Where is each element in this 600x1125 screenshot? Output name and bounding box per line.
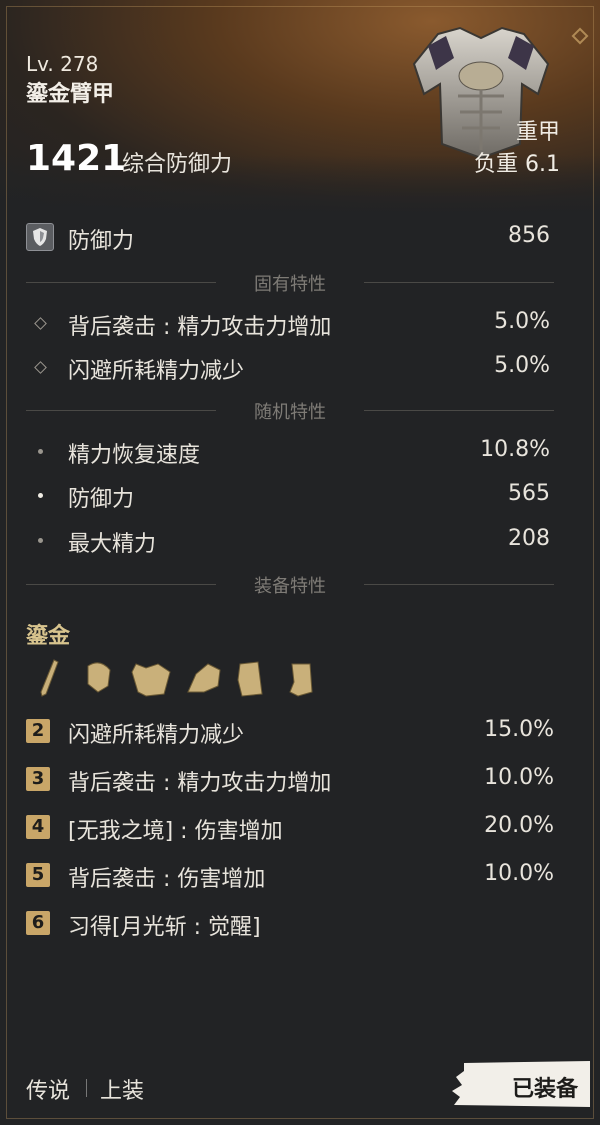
- random-label: 最大精力: [68, 532, 157, 557]
- random-row: 最大精力 208: [26, 526, 550, 557]
- set-bonus-count: 5: [26, 863, 50, 887]
- dot-bullet-icon: [38, 449, 43, 454]
- base-defense-label: 防御力: [68, 229, 135, 254]
- inherent-row: 背后袭击 : 精力攻击力增加 5.0%: [26, 309, 550, 340]
- set-bonus-value: 20.0%: [484, 813, 554, 838]
- helmet-icon: [87, 662, 111, 693]
- set-bonus-label: 背后袭击 : 精力攻击力增加: [68, 771, 332, 796]
- dot-bullet-icon: [38, 538, 43, 543]
- set-bonus-row: 4 [无我之境] : 伤害增加 20.0%: [26, 813, 554, 845]
- gauntlet-icon: [187, 663, 221, 693]
- equipped-badge: 已装备: [450, 1057, 590, 1109]
- item-score-label: 综合防御力: [122, 152, 233, 177]
- set-bonus-value: 15.0%: [484, 717, 554, 742]
- set-bonus-row: 2 闪避所耗精力减少 15.0%: [26, 717, 554, 749]
- random-value: 208: [508, 526, 550, 551]
- set-bonus-value: 10.0%: [484, 765, 554, 790]
- set-pieces: [36, 656, 336, 702]
- shield-icon: [26, 223, 54, 251]
- item-score: 1421: [26, 138, 127, 179]
- set-bonus-count: 4: [26, 815, 50, 839]
- rarity-label: 传说: [26, 1079, 71, 1104]
- base-defense-row: 防御力 856: [26, 223, 550, 254]
- random-label: 精力恢复速度: [68, 443, 201, 468]
- chest-armor-icon: [131, 663, 171, 697]
- inherent-label: 背后袭击 : 精力攻击力增加: [68, 315, 332, 340]
- set-bonus-row: 3 背后袭击 : 精力攻击力增加 10.0%: [26, 765, 554, 797]
- inherent-value: 5.0%: [494, 309, 550, 334]
- inherent-row: 闪避所耗精力减少 5.0%: [26, 353, 550, 384]
- armor-type: 重甲: [515, 120, 560, 145]
- inherent-label: 闪避所耗精力减少: [68, 359, 245, 384]
- inherent-value: 5.0%: [494, 353, 550, 378]
- random-value: 10.8%: [480, 437, 550, 462]
- item-weight: 负重 6.1: [474, 152, 560, 177]
- sword-icon: [40, 659, 59, 697]
- random-label: 防御力: [68, 487, 135, 512]
- set-bonus-label: 闪避所耗精力减少: [68, 723, 245, 748]
- random-row: 精力恢复速度 10.8%: [26, 437, 550, 468]
- diamond-bullet-icon: [34, 317, 47, 330]
- equip-traits-section-title: 装备特性: [26, 572, 554, 597]
- inherent-section-title: 固有特性: [26, 270, 554, 295]
- set-bonus-row: 6 习得[月光斩 : 觉醒]: [26, 909, 554, 941]
- set-bonus-row: 5 背后袭击 : 伤害增加 10.0%: [26, 861, 554, 893]
- set-bonus-label: [无我之境] : 伤害增加: [68, 819, 283, 844]
- leg-armor-icon: [237, 661, 263, 697]
- item-tooltip: Lv. 278 鎏金臂甲 1421 综合防御力 重甲 负重 6.1 防御力 85…: [0, 0, 600, 1125]
- item-name: 鎏金臂甲: [26, 82, 115, 107]
- base-defense-value: 856: [508, 223, 550, 248]
- footer-divider: [86, 1079, 87, 1097]
- tooltip-footer: 传说 上装 已装备: [0, 1045, 600, 1125]
- set-name: 鎏金: [26, 624, 71, 649]
- boots-icon: [289, 663, 313, 697]
- set-bonus-label: 习得[月光斩 : 觉醒]: [68, 915, 261, 940]
- random-value: 565: [508, 481, 550, 506]
- slot-label: 上装: [100, 1079, 145, 1104]
- random-row: 防御力 565: [26, 481, 550, 512]
- set-bonus-count: 2: [26, 719, 50, 743]
- item-level: Lv. 278: [26, 52, 99, 76]
- dot-bullet-icon: [38, 493, 43, 498]
- equipped-text: 已装备: [511, 1077, 578, 1102]
- set-bonus-count: 6: [26, 911, 50, 935]
- set-bonus-label: 背后袭击 : 伤害增加: [68, 867, 266, 892]
- set-bonus-count: 3: [26, 767, 50, 791]
- random-section-title: 随机特性: [26, 398, 554, 423]
- diamond-bullet-icon: [34, 361, 47, 374]
- set-bonus-value: 10.0%: [484, 861, 554, 886]
